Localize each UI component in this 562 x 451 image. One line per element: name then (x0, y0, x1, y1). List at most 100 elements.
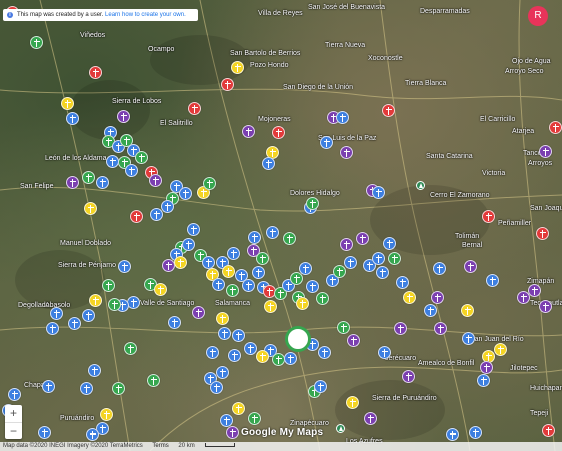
church-pin-blue[interactable] (371, 251, 385, 265)
church-pin-yellow[interactable] (460, 303, 474, 317)
zoom-in-button[interactable]: + (5, 405, 22, 422)
church-pin-blue[interactable] (201, 255, 215, 269)
church-pin-blue[interactable] (149, 207, 163, 221)
church-pin-purple[interactable] (479, 360, 493, 374)
church-pin-purple[interactable] (516, 290, 530, 304)
church-pin-green[interactable] (247, 411, 261, 425)
church-pin-purple[interactable] (339, 237, 353, 251)
map-canvas[interactable]: Villa de Reyes San José del Buenavista Des… (0, 0, 562, 451)
church-pin-purple[interactable] (241, 124, 255, 138)
church-pin-blue[interactable] (265, 225, 279, 239)
church-pin-blue[interactable] (247, 230, 261, 244)
church-pin-green[interactable] (107, 297, 121, 311)
church-pin-blue[interactable] (45, 321, 59, 335)
church-pin-green[interactable] (134, 150, 148, 164)
church-pin-yellow[interactable] (493, 342, 507, 356)
church-pin-blue[interactable] (41, 379, 55, 393)
church-pin-green[interactable] (282, 231, 296, 245)
church-pin-blue[interactable] (117, 259, 131, 273)
church-pin-blue[interactable] (105, 154, 119, 168)
church-pin-purple[interactable] (355, 231, 369, 245)
church-pin-blue[interactable] (485, 273, 499, 287)
park-icon[interactable] (416, 181, 425, 190)
church-pin-blue[interactable] (319, 135, 333, 149)
church-pin-blue[interactable] (382, 236, 396, 250)
church-pin-yellow[interactable] (263, 299, 277, 313)
church-pin-blue[interactable] (445, 428, 459, 441)
church-pin-green[interactable] (387, 251, 401, 265)
church-pin-yellow[interactable] (83, 201, 97, 215)
church-pin-blue[interactable] (167, 315, 181, 329)
church-pin-green[interactable] (305, 196, 319, 210)
church-pin-blue[interactable] (243, 341, 257, 355)
church-pin-green[interactable] (336, 320, 350, 334)
church-pin-purple[interactable] (346, 333, 360, 347)
church-pin-green[interactable] (202, 176, 216, 190)
church-pin-blue[interactable] (288, 329, 308, 349)
church-pin-green[interactable] (332, 264, 346, 278)
church-pin-red[interactable] (548, 120, 562, 134)
church-pin-purple[interactable] (393, 321, 407, 335)
church-pin-yellow[interactable] (255, 349, 269, 363)
church-pin-blue[interactable] (226, 246, 240, 260)
church-pin-blue[interactable] (49, 306, 63, 320)
park-icon[interactable] (336, 424, 345, 433)
church-pin-blue[interactable] (476, 373, 490, 387)
church-pin-blue[interactable] (283, 351, 297, 365)
church-pin-blue[interactable] (231, 328, 245, 342)
church-pin-red[interactable] (541, 423, 555, 437)
church-pin-blue[interactable] (67, 316, 81, 330)
church-pin-blue[interactable] (95, 175, 109, 189)
church-pin-blue[interactable] (124, 163, 138, 177)
church-pin-blue[interactable] (377, 345, 391, 359)
church-pin-purple[interactable] (161, 258, 175, 272)
church-pin-yellow[interactable] (88, 293, 102, 307)
church-pin-yellow[interactable] (345, 395, 359, 409)
church-pin-yellow[interactable] (402, 290, 416, 304)
church-pin-blue[interactable] (461, 331, 475, 345)
church-pin-blue[interactable] (423, 303, 437, 317)
church-pin-blue[interactable] (371, 185, 385, 199)
church-pin-purple[interactable] (463, 259, 477, 273)
church-pin-yellow[interactable] (215, 311, 229, 325)
church-pin-blue[interactable] (468, 425, 482, 439)
church-pin-blue[interactable] (217, 326, 231, 340)
church-pin-purple[interactable] (339, 145, 353, 159)
church-pin-green[interactable] (271, 352, 285, 366)
church-pin-red[interactable] (129, 209, 143, 223)
church-pin-yellow[interactable] (295, 296, 309, 310)
church-pin-purple[interactable] (191, 305, 205, 319)
church-pin-blue[interactable] (335, 110, 349, 124)
church-pin-blue[interactable] (37, 425, 51, 439)
church-pin-green[interactable] (123, 341, 137, 355)
church-pin-green[interactable] (111, 381, 125, 395)
church-pin-red[interactable] (381, 103, 395, 117)
church-pin-yellow[interactable] (221, 264, 235, 278)
church-pin-blue[interactable] (178, 186, 192, 200)
church-pin-blue[interactable] (215, 365, 229, 379)
church-pin-blue[interactable] (186, 222, 200, 236)
church-pin-blue[interactable] (375, 265, 389, 279)
church-pin-green[interactable] (81, 170, 95, 184)
church-pin-yellow[interactable] (230, 60, 244, 74)
church-pin-red[interactable] (481, 209, 495, 223)
terms-link[interactable]: Terms (152, 443, 168, 449)
church-pin-blue[interactable] (227, 348, 241, 362)
church-pin-green[interactable] (315, 291, 329, 305)
zoom-out-button[interactable]: − (5, 423, 22, 440)
church-pin-blue[interactable] (251, 265, 265, 279)
church-pin-blue[interactable] (395, 275, 409, 289)
church-pin-blue[interactable] (209, 380, 223, 394)
church-pin-yellow[interactable] (60, 96, 74, 110)
church-pin-red[interactable] (220, 77, 234, 91)
church-pin-purple[interactable] (363, 411, 377, 425)
church-pin-blue[interactable] (317, 345, 331, 359)
church-pin-blue[interactable] (234, 268, 248, 282)
church-pin-green[interactable] (255, 251, 269, 265)
church-pin-red[interactable] (271, 125, 285, 139)
church-pin-purple[interactable] (430, 290, 444, 304)
church-pin-purple[interactable] (538, 144, 552, 158)
church-pin-blue[interactable] (313, 379, 327, 393)
church-pin-purple[interactable] (148, 173, 162, 187)
church-pin-purple[interactable] (401, 369, 415, 383)
